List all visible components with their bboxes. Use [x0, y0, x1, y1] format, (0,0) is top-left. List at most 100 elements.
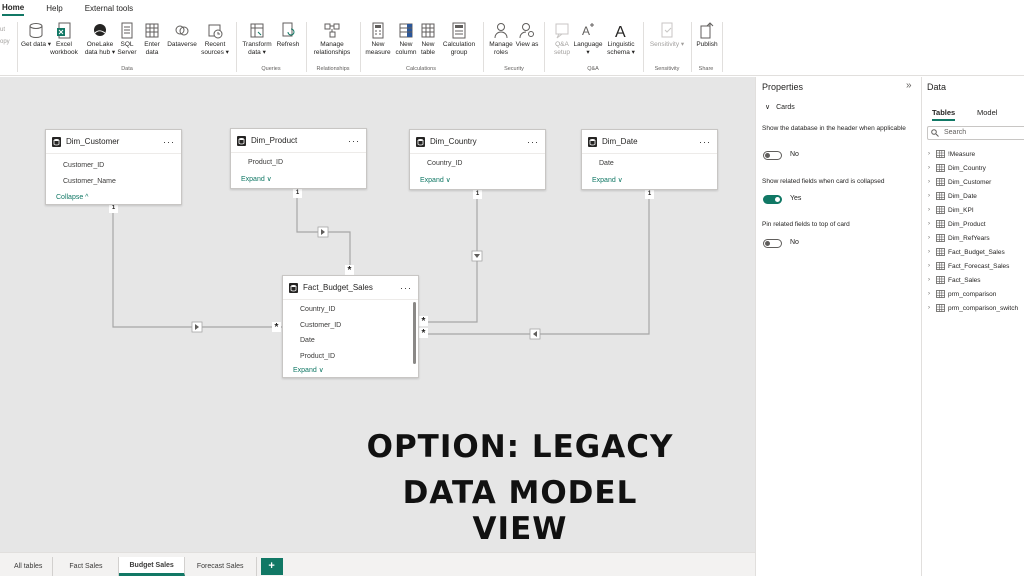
- card-header[interactable]: Dim_Customer ···: [46, 130, 181, 154]
- expand-link[interactable]: Expand ∨: [582, 174, 717, 188]
- dataverse-button[interactable]: Dataverse: [164, 22, 200, 49]
- chevron-right-icon[interactable]: ›: [928, 249, 935, 255]
- new-measure-button[interactable]: New measure: [363, 22, 393, 56]
- tab-external-tools[interactable]: External tools: [85, 4, 133, 15]
- sql-server-button[interactable]: SQL Server: [114, 22, 140, 56]
- toggle-pin-related-fields[interactable]: [763, 239, 782, 248]
- list-item[interactable]: › Dim_Country: [928, 161, 1024, 175]
- field-country-id[interactable]: Country_ID: [283, 302, 418, 318]
- cut-button[interactable]: ut: [0, 24, 10, 36]
- list-item[interactable]: › prm_comparison: [928, 287, 1024, 301]
- publish-button[interactable]: Publish: [692, 22, 722, 49]
- tab-fact-sales[interactable]: Fact Sales: [53, 557, 120, 576]
- prop-label: Show the database in the header when app…: [762, 125, 906, 132]
- chevron-right-icon[interactable]: ›: [928, 165, 935, 171]
- section-cards[interactable]: ∨ Cards: [762, 103, 795, 111]
- relationship-line-customer[interactable]: [112, 205, 283, 328]
- table-card-dim-country[interactable]: Dim_Country ··· Country_ID Expand ∨: [409, 129, 546, 190]
- table-card-dim-customer[interactable]: Dim_Customer ··· Customer_ID Customer_Na…: [45, 129, 182, 205]
- list-item[interactable]: › Dim_Product: [928, 217, 1024, 231]
- field-country-id[interactable]: Country_ID: [410, 156, 545, 172]
- group-share: Share: [698, 66, 714, 72]
- expand-link[interactable]: Expand ∨: [283, 364, 418, 378]
- chevron-right-icon[interactable]: ›: [928, 151, 935, 157]
- recent-sources-button[interactable]: Recent sources ▾: [199, 22, 231, 56]
- list-item[interactable]: › Fact_Budget_Sales: [928, 245, 1024, 259]
- field-product-id[interactable]: Product_ID: [283, 349, 418, 365]
- chevron-right-icon[interactable]: ›: [928, 193, 935, 199]
- search-input[interactable]: Search: [927, 126, 1024, 140]
- field-customer-id[interactable]: Customer_ID: [283, 318, 418, 334]
- list-item[interactable]: › Dim_RefYears: [928, 231, 1024, 245]
- card-title: Dim_Product: [251, 136, 298, 145]
- get-data-button[interactable]: Get data ▾: [21, 22, 51, 49]
- field-product-id[interactable]: Product_ID: [231, 155, 366, 171]
- add-layout-button[interactable]: +: [260, 558, 283, 575]
- enter-data-button[interactable]: Enter data: [139, 22, 165, 56]
- sensitivity-button[interactable]: Sensitivity ▾: [647, 22, 687, 49]
- chevron-right-icon[interactable]: ›: [928, 291, 935, 297]
- view-as-button[interactable]: View as: [514, 22, 540, 49]
- list-item[interactable]: › Dim_Customer: [928, 175, 1024, 189]
- recent-icon: [208, 24, 223, 39]
- tab-tables[interactable]: Tables: [932, 108, 956, 121]
- model-canvas[interactable]: 1 1 1 1 * * * * Dim_Customer ··· Custome…: [0, 77, 755, 552]
- chevron-right-icon[interactable]: ›: [928, 263, 935, 269]
- banner-line-2: DATA MODEL VIEW: [402, 475, 638, 547]
- onelake-button[interactable]: OneLake data hub ▾: [83, 22, 117, 56]
- relationship-line-country[interactable]: [420, 190, 478, 323]
- linguistic-schema-button[interactable]: A Linguistic schema ▾: [603, 22, 639, 56]
- more-options-icon[interactable]: ···: [527, 137, 539, 147]
- manage-relationships-button[interactable]: Manage relationships: [311, 22, 353, 56]
- more-options-icon[interactable]: ···: [699, 137, 711, 147]
- field-date[interactable]: Date: [582, 156, 717, 172]
- list-item[interactable]: › prm_comparison_switch: [928, 301, 1024, 315]
- copy-button[interactable]: opy: [0, 36, 10, 48]
- list-item[interactable]: › Dim_Date: [928, 189, 1024, 203]
- more-options-icon[interactable]: ···: [400, 283, 412, 293]
- list-item[interactable]: › !Measure: [928, 147, 1024, 161]
- new-table-button[interactable]: New table: [414, 22, 442, 56]
- expand-link[interactable]: Expand ∨: [231, 173, 366, 187]
- list-item[interactable]: › Fact_Forecast_Sales: [928, 259, 1024, 273]
- tab-budget-sales[interactable]: Budget Sales: [119, 557, 185, 576]
- card-header[interactable]: Dim_Date ···: [582, 130, 717, 154]
- table-card-dim-product[interactable]: Dim_Product ··· Product_ID Expand ∨: [230, 128, 367, 189]
- more-options-icon[interactable]: ···: [348, 136, 360, 146]
- transform-data-button[interactable]: Transform data ▾: [240, 22, 274, 56]
- card-header[interactable]: Dim_Product ···: [231, 129, 366, 153]
- language-button[interactable]: A Language ▾: [573, 22, 603, 56]
- card-header[interactable]: Fact_Budget_Sales ···: [283, 276, 418, 300]
- table-card-fact-budget-sales[interactable]: Fact_Budget_Sales ··· Country_ID Custome…: [282, 275, 419, 378]
- field-date[interactable]: Date: [283, 333, 418, 349]
- chevron-right-icon[interactable]: ›: [928, 207, 935, 213]
- relationship-line-date[interactable]: [420, 190, 650, 335]
- refresh-button[interactable]: Refresh: [273, 22, 303, 49]
- calculation-group-button[interactable]: Calculation group: [440, 22, 478, 56]
- list-item[interactable]: › Dim_KPI: [928, 203, 1024, 217]
- field-customer-id[interactable]: Customer_ID: [46, 158, 181, 174]
- toggle-show-related-fields[interactable]: [763, 195, 782, 204]
- more-options-icon[interactable]: ···: [163, 137, 175, 147]
- tab-forecast-sales[interactable]: Forecast Sales: [185, 557, 257, 576]
- chevron-right-icon[interactable]: ›: [928, 305, 935, 311]
- chevron-right-icon[interactable]: ›: [928, 221, 935, 227]
- tab-all-tables[interactable]: All tables: [4, 557, 54, 576]
- expand-link[interactable]: Expand ∨: [410, 174, 545, 188]
- chevron-right-icon[interactable]: ›: [928, 179, 935, 185]
- list-item[interactable]: › Fact_Sales: [928, 273, 1024, 287]
- tab-help[interactable]: Help: [46, 4, 62, 15]
- tab-home[interactable]: Home: [2, 3, 25, 16]
- card-scrollbar[interactable]: [413, 302, 416, 364]
- tab-model[interactable]: Model: [977, 108, 997, 117]
- toggle-show-database[interactable]: [763, 151, 782, 160]
- card-header[interactable]: Dim_Country ···: [410, 130, 545, 154]
- manage-roles-button[interactable]: Manage roles: [486, 22, 516, 56]
- chevron-right-icon[interactable]: ›: [928, 277, 935, 283]
- chevron-right-icon[interactable]: ›: [928, 235, 935, 241]
- collapse-link[interactable]: Collapse ^: [46, 191, 181, 205]
- excel-workbook-button[interactable]: Excel workbook: [49, 22, 79, 56]
- field-customer-name[interactable]: Customer_Name: [46, 174, 181, 190]
- collapse-pane-icon[interactable]: »: [906, 80, 912, 91]
- table-card-dim-date[interactable]: Dim_Date ··· Date Expand ∨: [581, 129, 718, 190]
